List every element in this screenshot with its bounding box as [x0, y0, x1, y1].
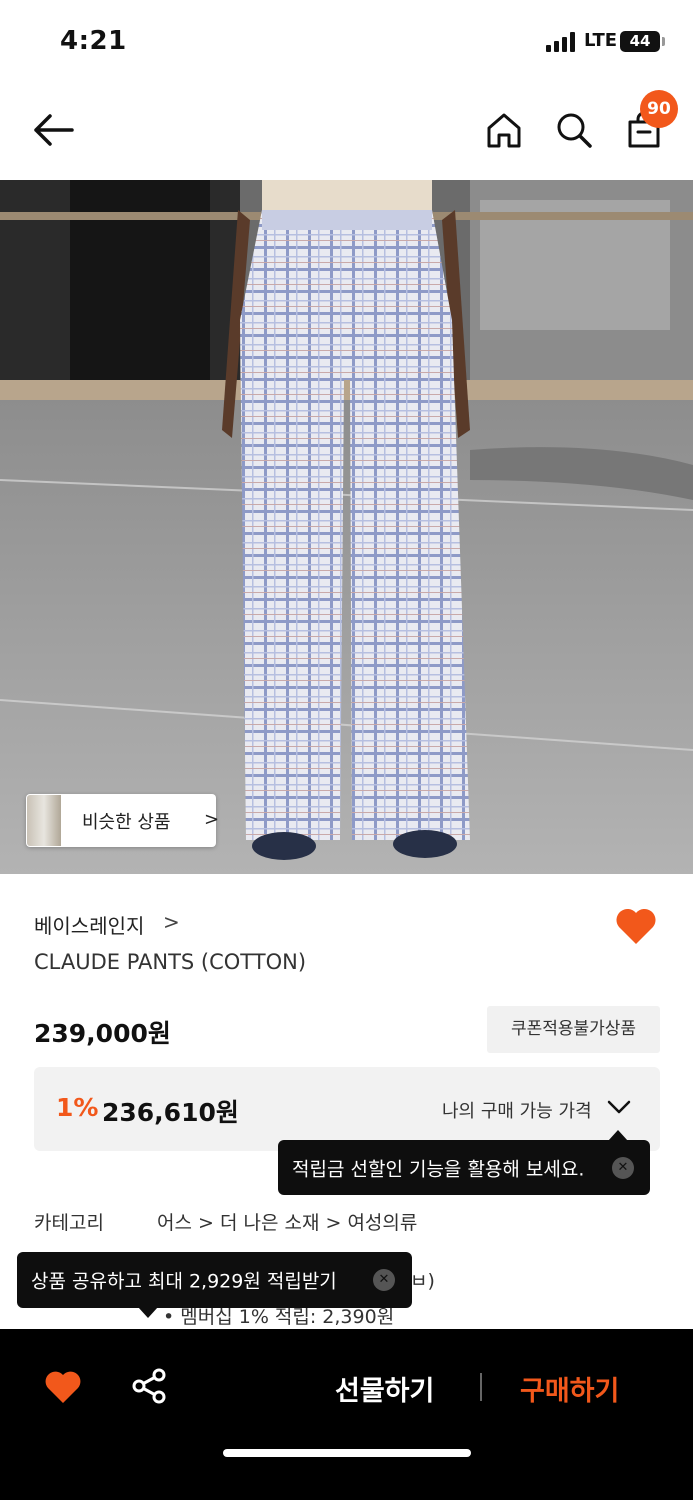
top-nav: 90: [0, 80, 693, 180]
home-indicator: [223, 1449, 471, 1457]
product-image[interactable]: 비슷한 상품 >: [0, 180, 693, 874]
battery-cap: [662, 37, 665, 46]
heart-icon[interactable]: [614, 906, 658, 946]
savings-tooltip: 적립금 선할인 기능을 활용해 보세요. ✕: [278, 1140, 650, 1195]
cart-count-badge: 90: [640, 90, 678, 128]
search-icon[interactable]: [554, 110, 594, 150]
divider: [480, 1373, 482, 1401]
coupon-status-badge: 쿠폰적용불가상품: [487, 1006, 660, 1053]
gift-button[interactable]: 선물하기: [335, 1369, 434, 1408]
battery-icon: 44: [620, 31, 660, 52]
chevron-right-icon: >: [204, 809, 220, 830]
product-title: CLAUDE PANTS (COTTON): [34, 950, 307, 974]
similar-products-button[interactable]: 비슷한 상품 >: [26, 794, 220, 847]
my-price-amount: 236,610원: [102, 1098, 239, 1127]
brand-link[interactable]: 베이스레인지: [34, 910, 144, 939]
network-label: LTE: [584, 30, 618, 51]
product-price: 239,000원: [34, 1019, 171, 1048]
share-icon[interactable]: [130, 1367, 168, 1405]
signal-icon: [546, 32, 578, 52]
chevron-down-icon[interactable]: [606, 1097, 632, 1117]
discount-percent: 1%: [56, 1093, 99, 1122]
category-label: 카테고리: [34, 1212, 104, 1234]
home-icon[interactable]: [484, 110, 524, 150]
heart-icon[interactable]: [44, 1369, 82, 1405]
partial-text: ㅂ): [410, 1270, 435, 1292]
share-tooltip: 상품 공유하고 최대 2,929원 적립받기 ✕: [17, 1252, 412, 1308]
similar-label: 비슷한 상품: [82, 812, 171, 833]
brand-chevron-icon: >: [163, 910, 180, 934]
my-price-panel[interactable]: 1% 236,610원 나의 구매 가능 가격: [34, 1067, 660, 1151]
tooltip-arrow: [138, 1307, 158, 1318]
close-icon[interactable]: ✕: [373, 1269, 395, 1291]
bottom-action-bar: 선물하기 구매하기: [0, 1329, 693, 1500]
close-icon[interactable]: ✕: [612, 1156, 634, 1179]
buy-button[interactable]: 구매하기: [520, 1369, 619, 1408]
status-bar: 4:21 LTE 44: [0, 0, 693, 80]
savings-tooltip-text: 적립금 선할인 기능을 활용해 보세요.: [292, 1158, 585, 1180]
similar-thumbnail: [27, 795, 61, 846]
my-price-label: 나의 구매 가능 가격: [442, 1101, 592, 1122]
category-breadcrumb[interactable]: 어스 > 더 나은 소재 > 여성의류: [157, 1208, 417, 1235]
product-photo: [0, 180, 693, 874]
back-arrow-icon[interactable]: [30, 110, 76, 150]
status-time: 4:21: [60, 26, 127, 56]
share-tooltip-text: 상품 공유하고 최대 2,929원 적립받기: [31, 1270, 337, 1293]
